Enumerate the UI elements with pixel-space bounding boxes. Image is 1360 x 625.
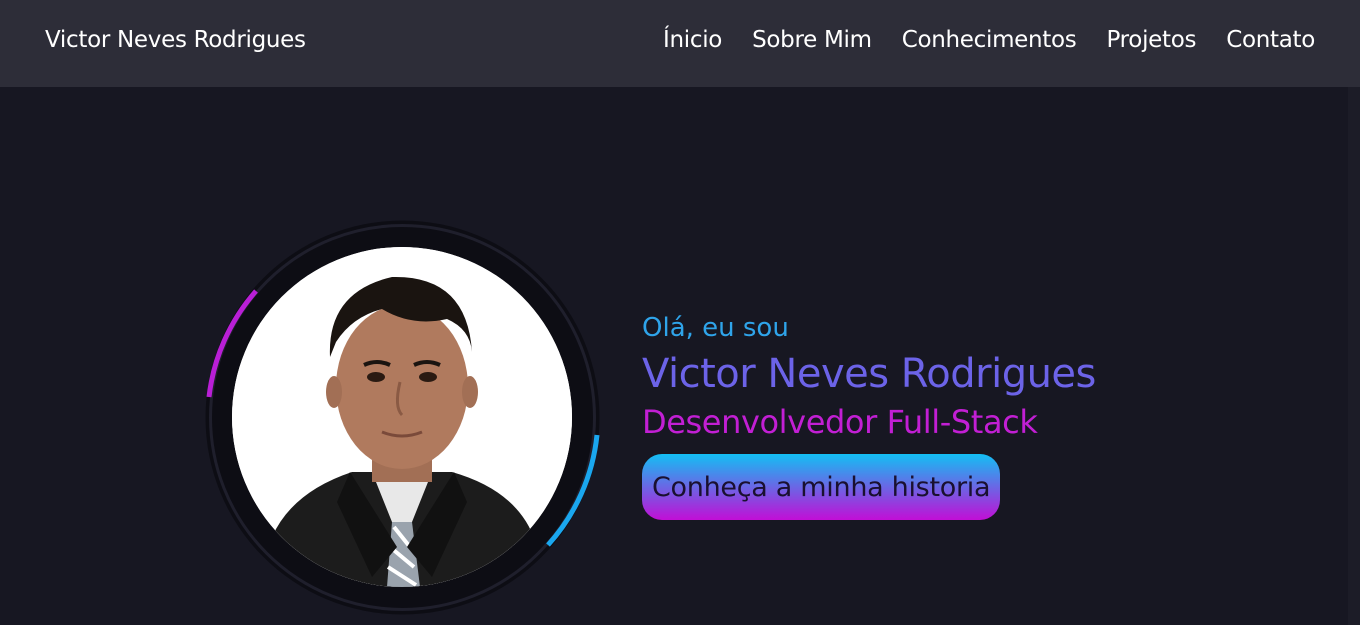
nav-link-inicio[interactable]: Ínicio	[663, 27, 722, 53]
avatar-container	[200, 215, 605, 620]
navbar: Victor Neves Rodrigues Ínicio Sobre Mim …	[0, 0, 1360, 87]
nav-menu: Ínicio Sobre Mim Conhecimentos Projetos …	[663, 27, 1315, 53]
nav-link-conhecimentos[interactable]: Conhecimentos	[902, 27, 1077, 53]
nav-link-projetos[interactable]: Projetos	[1106, 27, 1196, 53]
hero-name: Victor Neves Rodrigues	[642, 351, 1096, 397]
hero-greeting: Olá, eu sou	[642, 313, 789, 343]
nav-link-contato[interactable]: Contato	[1226, 27, 1315, 53]
about-me-button[interactable]: Conheça a minha historia	[642, 454, 1001, 520]
hero-role: Desenvolvedor Full-Stack	[642, 403, 1038, 441]
nav-link-sobre-mim[interactable]: Sobre Mim	[752, 27, 872, 53]
scrollbar[interactable]	[1348, 87, 1360, 625]
hero-text-block: Olá, eu sou Victor Neves Rodrigues Desen…	[642, 310, 1096, 520]
brand-name[interactable]: Victor Neves Rodrigues	[45, 27, 306, 53]
profile-photo	[232, 247, 572, 587]
profile-portrait-image	[232, 247, 572, 587]
